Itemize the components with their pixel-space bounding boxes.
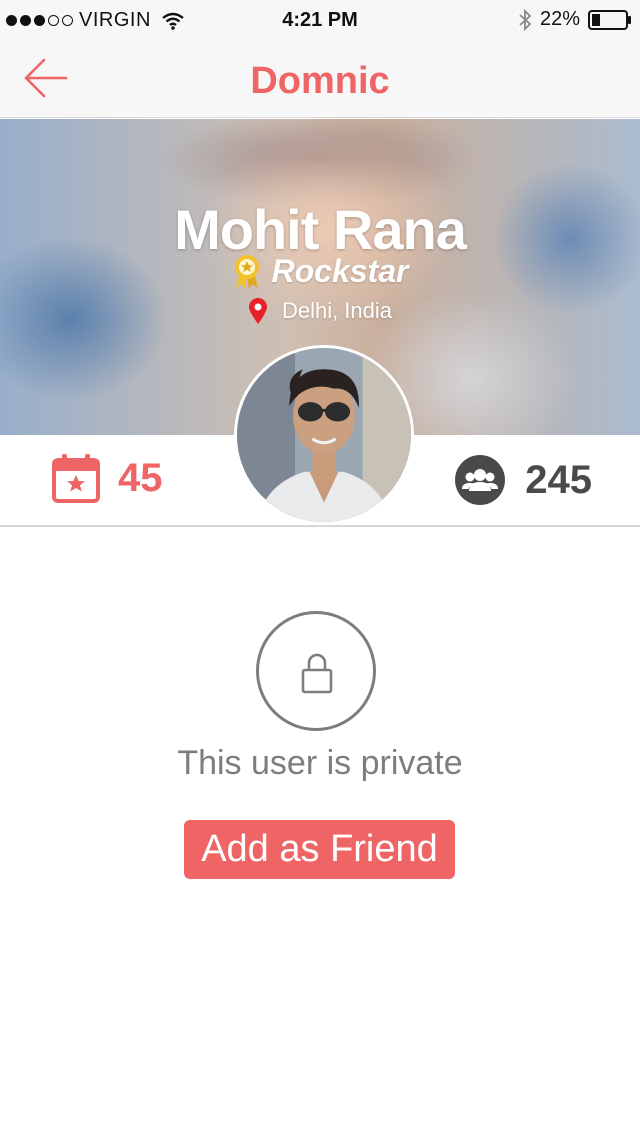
award-ribbon-icon <box>234 254 259 289</box>
bluetooth-icon <box>519 8 532 31</box>
status-bar: VIRGIN 4:21 PM 22% <box>0 0 640 40</box>
page-title: Domnic <box>250 60 390 102</box>
navigation-bar: Domnic <box>0 40 640 118</box>
profile-location-row: Delhi, India <box>0 297 640 325</box>
friends-stat[interactable]: 245 <box>455 455 592 505</box>
events-count: 45 <box>118 455 163 500</box>
lock-badge <box>256 611 376 731</box>
avatar <box>234 345 414 525</box>
map-pin-icon <box>248 298 267 324</box>
battery-icon <box>588 9 631 30</box>
private-message: This user is private <box>177 744 463 782</box>
lock-icon <box>301 653 333 694</box>
profile-location: Delhi, India <box>281 298 393 323</box>
status-right: 22% <box>518 8 632 31</box>
profile-title: Rockstar <box>271 253 409 289</box>
add-friend-button[interactable]: Add as Friend <box>184 820 455 879</box>
battery-percent: 22% <box>539 8 580 30</box>
friends-count: 245 <box>525 457 592 502</box>
calendar-star-icon <box>52 454 100 503</box>
events-stat[interactable]: 45 <box>52 453 163 503</box>
profile-photo <box>237 348 411 522</box>
friends-group-icon <box>455 455 506 505</box>
profile-title-row: Rockstar <box>0 253 640 290</box>
